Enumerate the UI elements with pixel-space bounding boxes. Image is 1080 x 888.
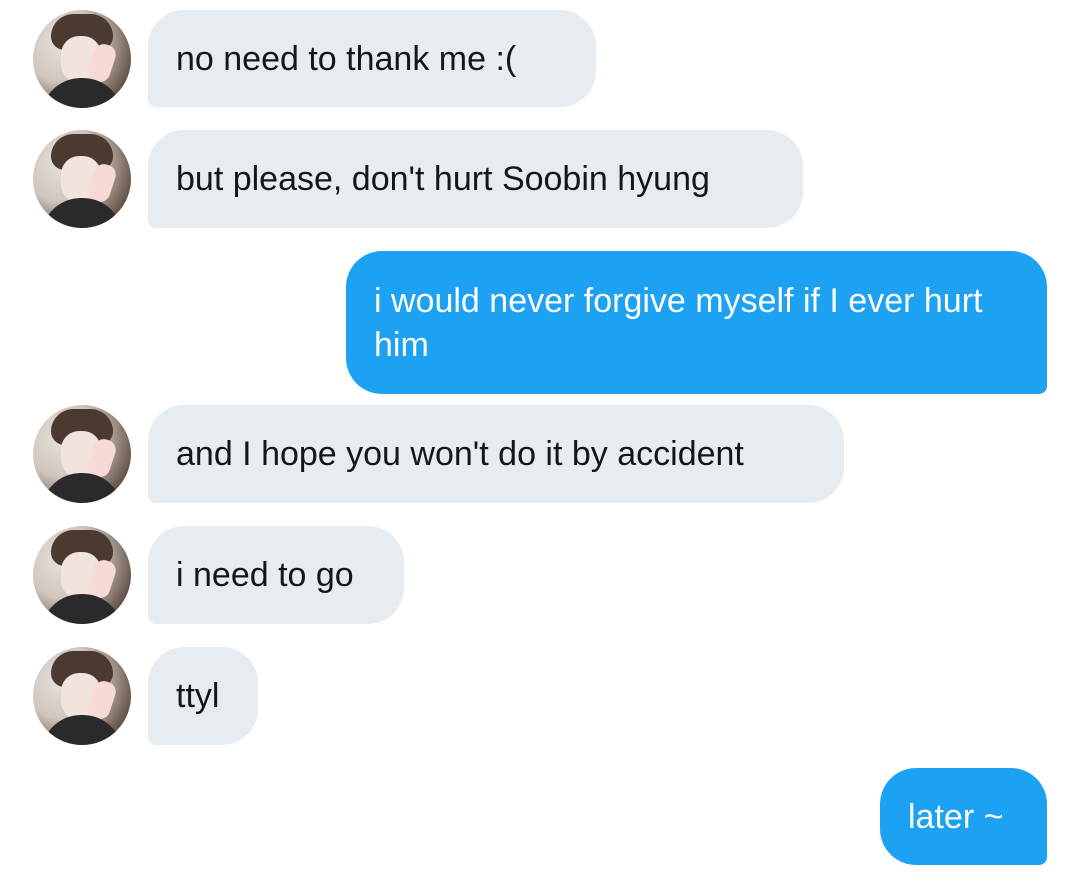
avatar[interactable] <box>33 405 131 503</box>
message-text: i need to go <box>176 556 354 594</box>
avatar[interactable] <box>33 130 131 228</box>
message-text: later ~ <box>908 797 1004 836</box>
message-bubble-outgoing[interactable]: later ~ <box>880 768 1047 865</box>
message-bubble-outgoing[interactable]: i would never forgive myself if I ever h… <box>346 251 1047 394</box>
message-bubble-incoming[interactable]: i need to go <box>148 526 404 624</box>
message-bubble-incoming[interactable]: and I hope you won't do it by accident <box>148 405 844 503</box>
message-text: no need to thank me :( <box>176 39 517 78</box>
message-bubble-incoming[interactable]: but please, don't hurt Soobin hyung <box>148 130 803 228</box>
message-text: but please, don't hurt Soobin hyung <box>176 160 710 198</box>
message-text: ttyl <box>176 677 220 715</box>
avatar[interactable] <box>33 647 131 745</box>
message-bubble-incoming[interactable]: no need to thank me :( <box>148 10 596 107</box>
message-bubble-incoming[interactable]: ttyl <box>148 647 258 745</box>
avatar[interactable] <box>33 10 131 108</box>
avatar[interactable] <box>33 526 131 624</box>
message-text: and I hope you won't do it by accident <box>176 435 744 473</box>
message-text: i would never forgive myself if I ever h… <box>374 281 983 364</box>
